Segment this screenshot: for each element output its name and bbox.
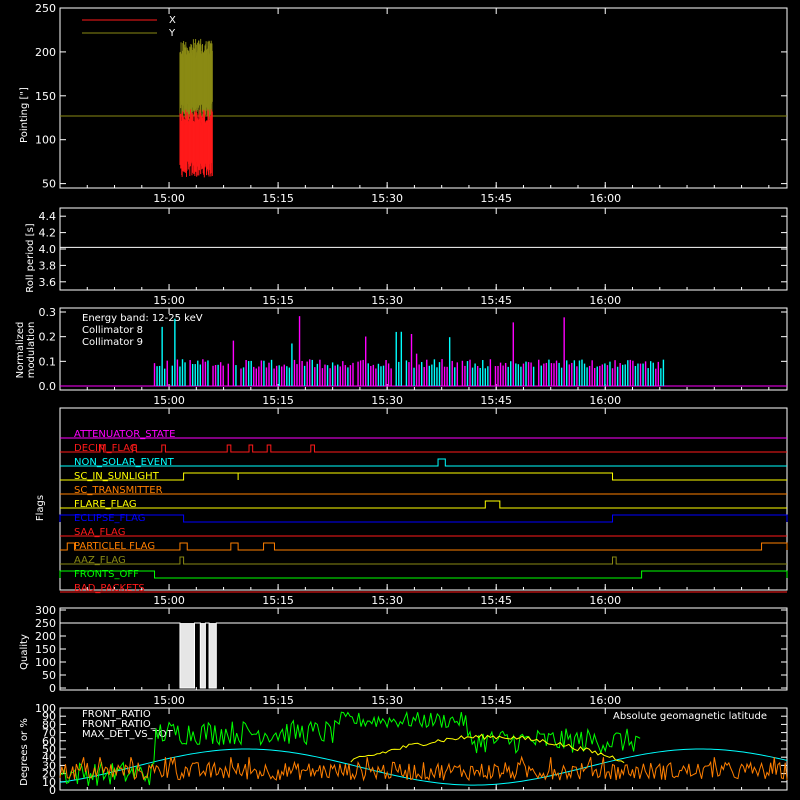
- pointing-ytick-label: 200: [35, 46, 56, 59]
- pointing-panel: Pointing ["] X Y 15:00 15:15 15:30 15:45 16:…: [19, 2, 788, 205]
- flag-trace: [60, 556, 787, 565]
- time-tick-label: 15:15: [262, 694, 294, 707]
- flag-trace: [60, 500, 787, 509]
- roll-period-ylabel: Roll period [s]: [25, 223, 36, 292]
- time-tick-label: 16:00: [589, 394, 621, 407]
- time-tick-label: 15:45: [480, 694, 512, 707]
- quality-ytick-label: 50: [42, 669, 56, 682]
- time-tick-label: 15:45: [480, 294, 512, 307]
- time-tick-label: 15:15: [262, 594, 294, 607]
- quality-dropout: [209, 623, 217, 688]
- modulation-legend-collimator-8: Collimator 8: [82, 325, 143, 336]
- modulation-legend-collimator-9: Collimator 9: [82, 337, 143, 348]
- flags-ylabel: Flags: [35, 495, 46, 521]
- roll-period-ytick-label: 4.4: [39, 210, 57, 223]
- pointing-ytick-label: 50: [42, 178, 56, 191]
- flag-trace: [60, 472, 787, 481]
- pointing-legend-y-label: Y: [168, 28, 176, 39]
- time-tick-label: 15:00: [153, 694, 185, 707]
- quality-trace: [60, 622, 787, 689]
- time-tick-label: 16:00: [589, 694, 621, 707]
- pointing-ytick-label: 250: [35, 2, 56, 15]
- roll-period-ytick-label: 3.8: [39, 259, 57, 272]
- plot-canvas: Pointing ["] X Y 15:00 15:15 15:30 15:45 16:…: [15, 2, 788, 797]
- pointing-ytick-label: 100: [35, 134, 56, 147]
- modulation-ytick-label: 0.2: [39, 331, 57, 344]
- time-tick-label: 15:15: [262, 394, 294, 407]
- modulation-ytick-label: 0.0: [39, 380, 57, 393]
- time-tick-label: 15:45: [480, 594, 512, 607]
- quality-ytick-label: 200: [35, 630, 56, 643]
- flag-trace: [60, 542, 788, 551]
- quality-ylabel: Quality: [19, 634, 30, 670]
- quality-ytick-label: 100: [35, 656, 56, 669]
- time-tick-label: 15:30: [371, 394, 403, 407]
- pointing-ylabel: Pointing ["]: [19, 87, 30, 143]
- ratios-panel: Degrees or % FRONT_RATIO FRONT_RATIO_ MA…: [19, 702, 788, 797]
- time-tick-label: 16:00: [589, 594, 621, 607]
- flag-trace: [59, 514, 788, 523]
- quality-panel: Quality 15:00 15:15 15:30 15:45 16:00 0501001…: [19, 604, 788, 707]
- quality-ytick-label: 250: [35, 617, 56, 630]
- time-tick-label: 15:30: [371, 294, 403, 307]
- roll-period-ytick-label: 4.2: [39, 227, 57, 240]
- modulation-ytick-label: 0.1: [39, 355, 57, 368]
- time-tick-label: 15:00: [153, 294, 185, 307]
- roll-period-ytick-label: 3.6: [39, 276, 57, 289]
- modulation-panel: Normalized modulation Energy band: 12-25…: [15, 306, 788, 407]
- time-tick-label: 15:45: [480, 394, 512, 407]
- time-tick-label: 15:00: [153, 594, 185, 607]
- modulation-ytick-label: 0.3: [39, 306, 57, 319]
- modulation-energy-band: Energy band: 12-25 keV: [82, 313, 203, 324]
- time-tick-label: 15:30: [371, 192, 403, 205]
- modulation-ylabel-line2: modulation: [26, 322, 37, 379]
- modulation-ylabel-line1: Normalized: [15, 322, 26, 379]
- roll-period-ytick-label: 4.0: [39, 243, 57, 256]
- panel-frame: [59, 607, 788, 691]
- quality-ytick-label: 0: [49, 682, 56, 695]
- panel-frame: [59, 207, 788, 291]
- flag-trace: [59, 570, 788, 579]
- time-tick-label: 15:45: [480, 192, 512, 205]
- ratios-geomag-annotation: Absolute geomagnetic latitude: [613, 711, 767, 722]
- ratios-ylabel: Degrees or %: [19, 718, 30, 786]
- quality-ytick-label: 300: [35, 604, 56, 617]
- time-tick-label: 15:00: [153, 394, 185, 407]
- pointing-legend-x-label: X: [169, 15, 176, 26]
- flag-trace: [60, 444, 787, 453]
- roll-period-panel: Roll period [s] 15:00 15:15 15:30 15:45 16:0…: [25, 207, 788, 307]
- ratios-ytick-label: 100: [35, 702, 56, 715]
- quality-dropout: [179, 623, 195, 688]
- time-tick-label: 15:30: [371, 594, 403, 607]
- time-tick-label: 15:00: [153, 192, 185, 205]
- quality-dropout: [200, 623, 206, 688]
- pointing-ytick-label: 150: [35, 90, 56, 103]
- time-tick-label: 16:00: [589, 294, 621, 307]
- flags-panel: Flags 15:00 15:15 15:30 15:45 16:00ATTENUATO…: [35, 407, 788, 607]
- time-tick-label: 15:15: [262, 192, 294, 205]
- time-tick-label: 16:00: [589, 192, 621, 205]
- max-det-line: [59, 755, 788, 782]
- time-tick-label: 15:15: [262, 294, 294, 307]
- time-tick-label: 15:30: [371, 694, 403, 707]
- quality-ytick-label: 150: [35, 643, 56, 656]
